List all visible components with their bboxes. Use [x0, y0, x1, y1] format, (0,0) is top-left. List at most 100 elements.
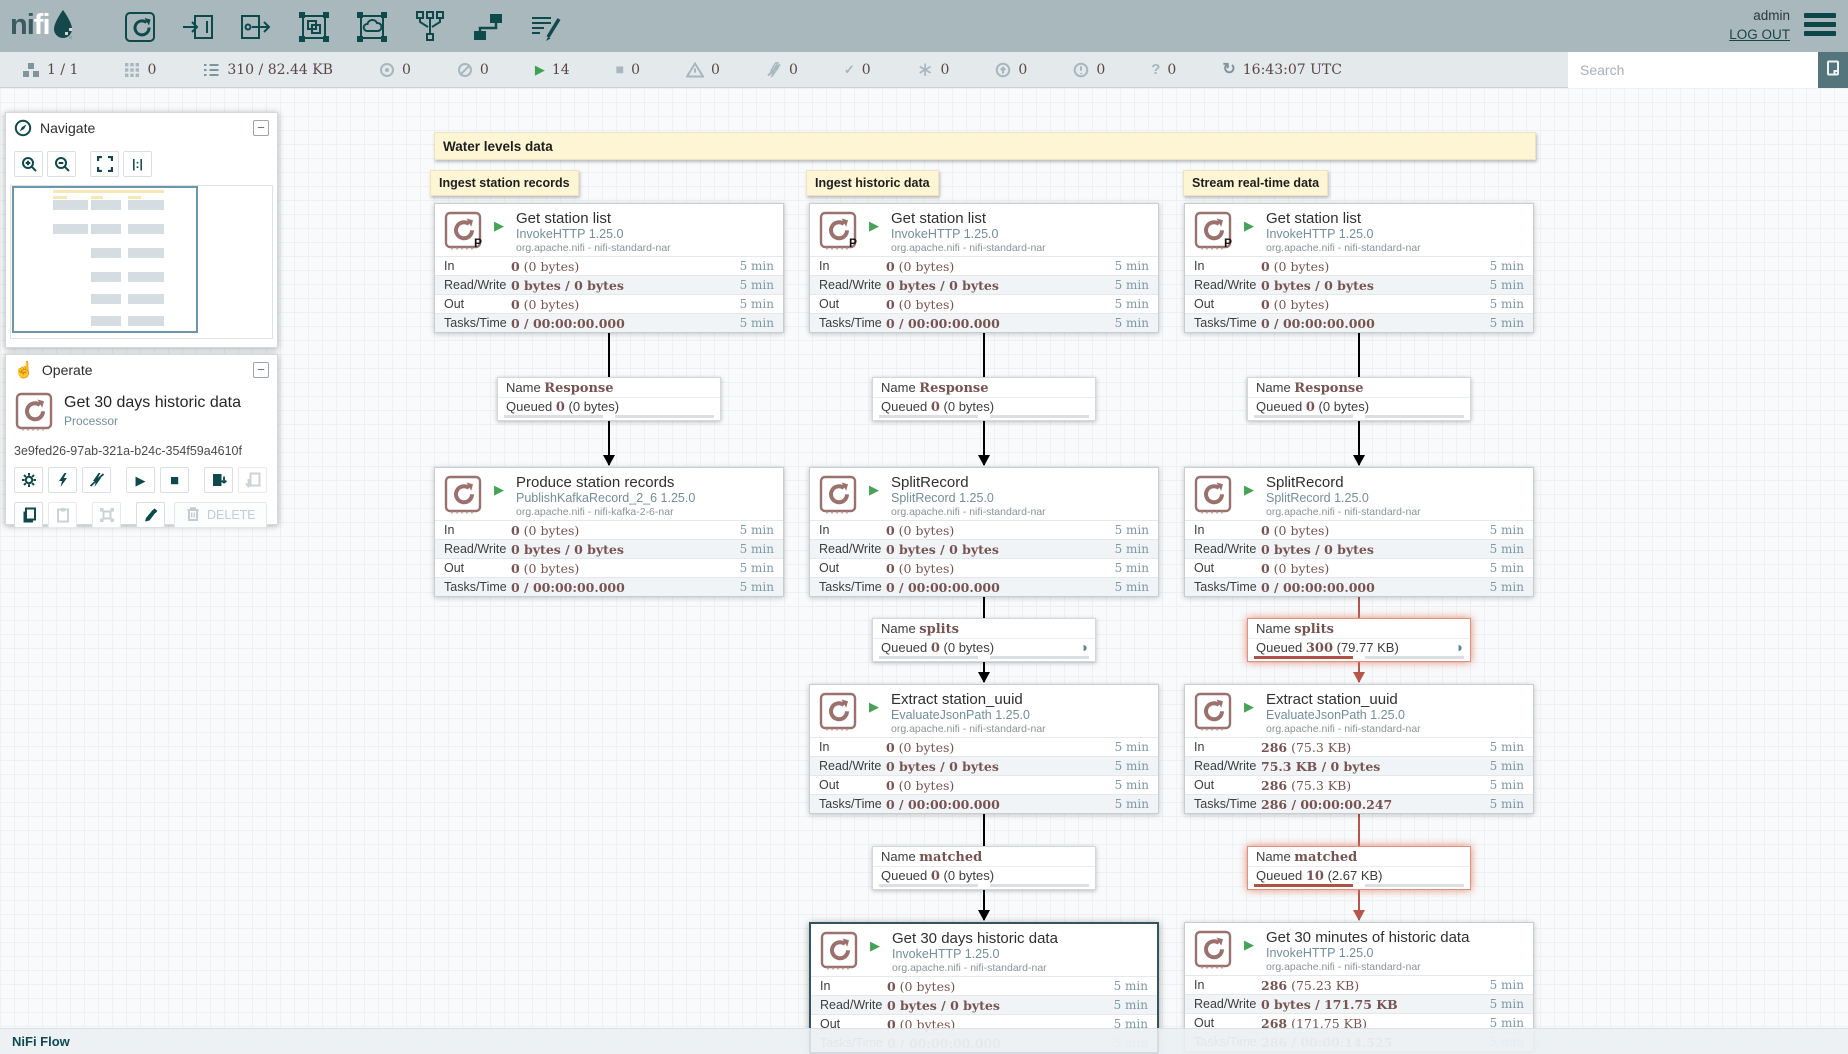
stat-row: Tasks/Time0 / 00:00:00.0005 min: [1185, 313, 1533, 332]
stat-row: Read/Write0 bytes / 0 bytes5 min: [810, 756, 1158, 775]
cluster-icon: [22, 62, 40, 78]
processor-node[interactable]: ▶ SplitRecord SplitRecord 1.25.0 org.apa…: [809, 467, 1159, 597]
stat-row: Out0 (0 bytes)5 min: [1185, 294, 1533, 313]
stat-row: In286 (75.23 KB)5 min: [1185, 975, 1533, 994]
processor-name: SplitRecord: [891, 474, 969, 491]
zoom-out-button[interactable]: [47, 151, 76, 177]
revert-flow-version-button: [238, 467, 267, 493]
processor-type: InvokeHTTP 1.25.0: [891, 227, 998, 241]
label-component-icon[interactable]: [528, 9, 564, 45]
status-running: ▶14: [535, 62, 570, 78]
logout-link[interactable]: LOG OUT: [1729, 25, 1790, 44]
stop-button[interactable]: ■: [160, 467, 189, 493]
processor-node[interactable]: P ▶ Get station list InvokeHTTP 1.25.0 o…: [1184, 203, 1534, 333]
canvas-label-group[interactable]: Ingest historic data: [806, 170, 939, 196]
zoom-fit-button[interactable]: [90, 151, 119, 177]
running-status-icon: ▶: [1244, 482, 1254, 498]
copy-button[interactable]: [14, 502, 43, 528]
stat-row: Tasks/Time0 / 00:00:00.0005 min: [435, 313, 783, 332]
birdseye-minimap[interactable]: [10, 185, 273, 339]
start-button[interactable]: ▶: [126, 467, 155, 493]
status-not-transmitting: 0: [457, 62, 489, 78]
input-port-component-icon[interactable]: [180, 9, 216, 45]
selected-component-type: Processor: [64, 414, 241, 428]
processor-component-icon[interactable]: [122, 9, 158, 45]
connection-label[interactable]: Name matchedQueued 0 (0 bytes): [872, 846, 1096, 890]
collapse-navigate-button[interactable]: −: [253, 120, 269, 136]
stat-row: Out0 (0 bytes)5 min: [810, 775, 1158, 794]
collapse-operate-button[interactable]: −: [253, 362, 269, 378]
stat-row: Read/Write0 bytes / 171.75 KB5 min: [1185, 994, 1533, 1013]
stat-row: Read/Write0 bytes / 0 bytes5 min: [1185, 275, 1533, 294]
configure-button[interactable]: [14, 467, 43, 493]
processor-node[interactable]: ▶ Extract station_uuid EvaluateJsonPath …: [809, 684, 1159, 814]
output-port-component-icon[interactable]: [238, 9, 274, 45]
stat-row: Read/Write0 bytes / 0 bytes5 min: [811, 995, 1157, 1014]
status-up-to-date: ✓0: [844, 62, 871, 78]
breadcrumb[interactable]: NiFi Flow: [12, 1034, 70, 1049]
queued-icon: [202, 62, 220, 78]
processor-node[interactable]: ▶ Extract station_uuid EvaluateJsonPath …: [1184, 684, 1534, 814]
stat-row: Read/Write0 bytes / 0 bytes5 min: [810, 275, 1158, 294]
status-refresh[interactable]: ↻ 16:43:07 UTC: [1222, 62, 1342, 78]
remote-process-group-component-icon[interactable]: [354, 9, 390, 45]
stat-row: In0 (0 bytes)5 min: [811, 976, 1157, 995]
stat-row: In0 (0 bytes)5 min: [435, 256, 783, 275]
process-group-component-icon[interactable]: [296, 9, 332, 45]
selected-component-id[interactable]: 3e9fed26-97ab-321a-b24c-354f59a4610f: [14, 444, 269, 458]
processor-node[interactable]: ▶ SplitRecord SplitRecord 1.25.0 org.apa…: [1184, 467, 1534, 597]
nifi-logo: nifi: [10, 7, 76, 48]
stat-row: In0 (0 bytes)5 min: [810, 256, 1158, 275]
breadcrumb-bar: NiFi Flow: [0, 1028, 1848, 1054]
processor-icon: [1193, 474, 1233, 519]
global-menu-button[interactable]: [1804, 13, 1836, 40]
connection-label[interactable]: Name ResponseQueued 0 (0 bytes): [1247, 377, 1471, 421]
stat-row: Read/Write75.3 KB / 0 bytes5 min: [1185, 756, 1533, 775]
status-bar: 1 / 10310 / 82.44 KB00▶14■000✓0∗000?0 ↻ …: [0, 52, 1848, 88]
processor-icon: [819, 930, 859, 975]
canvas-label-banner[interactable]: Water levels data: [434, 132, 1536, 160]
canvas-label-group[interactable]: Stream real-time data: [1183, 170, 1328, 196]
bulletin-button[interactable]: [1818, 52, 1848, 88]
processor-name: Get station list: [516, 210, 611, 227]
connection-label[interactable]: Name splitsQueued 300 (79.77 KB)◑: [1247, 618, 1471, 662]
zoom-actual-button[interactable]: |:|: [123, 151, 152, 177]
zoom-in-button[interactable]: [14, 151, 43, 177]
processor-node[interactable]: ▶ Produce station records PublishKafkaRe…: [434, 467, 784, 597]
search-input[interactable]: [1568, 52, 1818, 88]
change-color-button[interactable]: [136, 502, 165, 528]
status-threads: 0: [124, 62, 156, 78]
birdseye-node: [91, 200, 121, 210]
connection-label[interactable]: Name ResponseQueued 0 (0 bytes): [497, 377, 721, 421]
processor-node[interactable]: P ▶ Get station list InvokeHTTP 1.25.0 o…: [809, 203, 1159, 333]
disable-button[interactable]: [82, 467, 111, 493]
delete-button: DELETE: [174, 502, 267, 528]
sync-failure-icon: ?: [1151, 63, 1160, 76]
canvas-label-group[interactable]: Ingest station records: [430, 170, 579, 196]
funnel-component-icon[interactable]: [412, 9, 448, 45]
status-locally-modified: ∗0: [917, 62, 950, 78]
stat-row: Read/Write0 bytes / 0 bytes5 min: [810, 539, 1158, 558]
status-stale: 0: [995, 62, 1027, 78]
processor-bundle: org.apache.nifi - nifi-kafka-2-6-nar: [516, 506, 674, 518]
compass-icon: [14, 119, 32, 137]
enable-button[interactable]: [48, 467, 77, 493]
processor-type: EvaluateJsonPath 1.25.0: [1266, 708, 1405, 722]
birdseye-node: [91, 316, 121, 326]
birdseye-node: [128, 224, 164, 234]
template-component-icon[interactable]: [470, 9, 506, 45]
running-status-icon: ▶: [1244, 937, 1254, 953]
processor-bundle: org.apache.nifi - nifi-standard-nar: [1266, 723, 1421, 735]
flow-canvas[interactable]: Water levels data Ingest station records…: [0, 88, 1848, 1054]
connection-label[interactable]: Name matchedQueued 10 (2.67 KB): [1247, 846, 1471, 890]
primary-node-badge: P: [1224, 236, 1232, 250]
connection-label[interactable]: Name splitsQueued 0 (0 bytes)◑: [872, 618, 1096, 662]
navigate-panel: Navigate − |:|: [5, 112, 278, 348]
stat-row: Tasks/Time286 / 00:00:00.2475 min: [1185, 794, 1533, 813]
processor-type: SplitRecord 1.25.0: [891, 491, 994, 505]
processor-icon: [818, 474, 858, 519]
connection-label[interactable]: Name ResponseQueued 0 (0 bytes): [872, 377, 1096, 421]
stat-row: Read/Write0 bytes / 0 bytes5 min: [1185, 539, 1533, 558]
save-flow-version-button[interactable]: [204, 467, 233, 493]
processor-node[interactable]: P ▶ Get station list InvokeHTTP 1.25.0 o…: [434, 203, 784, 333]
